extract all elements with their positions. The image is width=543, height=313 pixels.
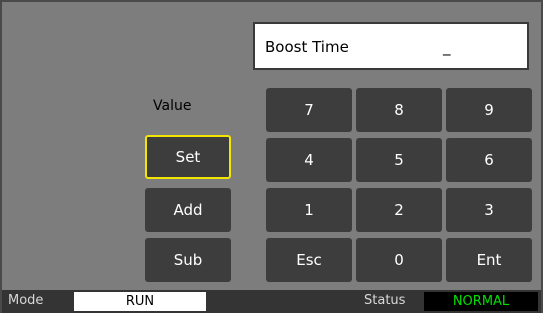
value-display[interactable]: Boost Time _ bbox=[253, 22, 529, 70]
mode-value: RUN bbox=[74, 292, 206, 311]
mode-label: Mode bbox=[8, 293, 44, 308]
display-label: Boost Time bbox=[265, 38, 349, 56]
hmi-screen: Boost Time _ Value Set Add Sub 7 8 9 4 5… bbox=[0, 0, 543, 313]
sub-button[interactable]: Sub bbox=[145, 238, 231, 282]
input-cursor: _ bbox=[443, 38, 451, 56]
key-5-button[interactable]: 5 bbox=[356, 138, 442, 182]
key-7-button[interactable]: 7 bbox=[266, 88, 352, 132]
key-3-button[interactable]: 3 bbox=[446, 188, 532, 232]
enter-button[interactable]: Ent bbox=[446, 238, 532, 282]
key-1-button[interactable]: 1 bbox=[266, 188, 352, 232]
add-button[interactable]: Add bbox=[145, 188, 231, 232]
key-2-button[interactable]: 2 bbox=[356, 188, 442, 232]
status-label: Status bbox=[364, 293, 406, 308]
key-9-button[interactable]: 9 bbox=[446, 88, 532, 132]
set-button[interactable]: Set bbox=[145, 135, 231, 179]
value-label: Value bbox=[153, 98, 192, 114]
status-bar: Mode RUN Status NORMAL bbox=[2, 290, 541, 313]
status-value: NORMAL bbox=[424, 292, 538, 311]
escape-button[interactable]: Esc bbox=[266, 238, 352, 282]
key-6-button[interactable]: 6 bbox=[446, 138, 532, 182]
key-8-button[interactable]: 8 bbox=[356, 88, 442, 132]
key-4-button[interactable]: 4 bbox=[266, 138, 352, 182]
key-0-button[interactable]: 0 bbox=[356, 238, 442, 282]
